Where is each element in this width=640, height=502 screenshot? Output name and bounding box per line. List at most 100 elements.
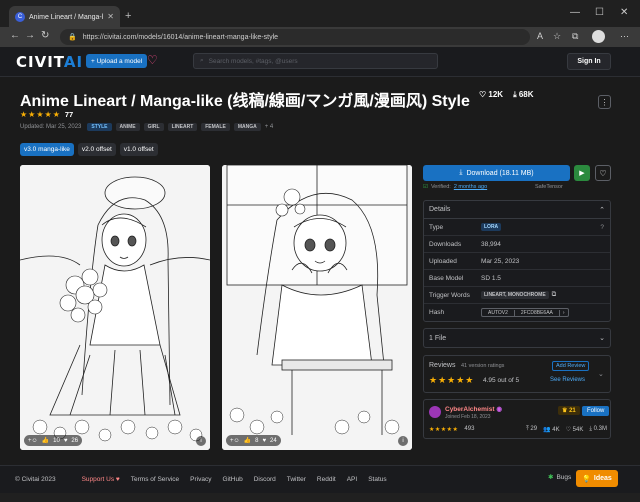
detail-row-downloads: Downloads 38,994 xyxy=(424,236,610,253)
reviews-count: 41 version ratings xyxy=(461,363,505,369)
verified-status: ☑ Verified: 2 months ago xyxy=(423,184,487,190)
thumbs-up-icon: 👍 xyxy=(243,438,252,444)
favorite-button[interactable]: ♡ xyxy=(595,165,611,181)
tag-manga[interactable]: MANGA xyxy=(233,123,261,131)
detail-label: Type xyxy=(429,223,444,231)
collections-icon[interactable]: ⧉ xyxy=(572,31,578,42)
back-icon[interactable]: ← xyxy=(10,30,20,41)
info-icon[interactable]: i xyxy=(196,436,206,446)
civitai-logo[interactable]: CIVITAI xyxy=(16,53,83,71)
run-model-button[interactable]: ▶ xyxy=(574,165,590,181)
creator-card: CyberAlchemist ◉ Joined Feb 18, 2023 ♛ 2… xyxy=(423,399,611,439)
ideas-button[interactable]: 💡 Ideas xyxy=(576,470,618,487)
download-button[interactable]: ⤓ Download (18.11 MB) xyxy=(423,165,570,181)
forward-icon[interactable]: → xyxy=(25,30,35,41)
uploads-value: 29 xyxy=(530,426,538,432)
more-options-button[interactable]: ⋮ xyxy=(598,95,611,109)
lock-icon: 🔒 xyxy=(68,34,77,41)
close-window-icon[interactable]: ✕ xyxy=(620,7,628,18)
download-icon: ⤓ xyxy=(459,169,463,176)
maximize-icon[interactable]: ☐ xyxy=(595,7,604,18)
image-1-reactions[interactable]: +☺ 👍 10 ♥ 26 xyxy=(24,435,83,446)
chevron-down-icon: ⌄ xyxy=(599,335,605,342)
likes-count: 12K xyxy=(488,90,504,99)
site-footer: © Civitai 2023 Support Us ♥ Terms of Ser… xyxy=(0,465,640,493)
tag-style[interactable]: STYLE xyxy=(87,123,112,131)
gallery-image-1[interactable]: +☺ 👍 10 ♥ 26 i xyxy=(20,165,210,450)
search-input[interactable]: ⌕ Search models, #tags, @users xyxy=(193,53,438,69)
tag-anime[interactable]: ANIME xyxy=(115,123,140,131)
tag-lineart[interactable]: LINEART xyxy=(167,123,198,131)
gallery-image-2[interactable]: +☺ 👍 8 ♥ 24 i xyxy=(222,165,412,450)
reaction-count: 8 xyxy=(255,437,259,444)
chevron-right-icon[interactable]: › xyxy=(560,310,568,316)
read-aloud-icon[interactable]: A xyxy=(537,31,543,41)
detail-label: Downloads xyxy=(429,240,462,248)
footer-link-twitter[interactable]: Twitter xyxy=(287,476,306,483)
add-reaction-icon[interactable]: +☺ xyxy=(230,438,240,444)
hash-box[interactable]: AUTOV2 2FCD8BE6AA › xyxy=(481,308,569,317)
profile-avatar[interactable] xyxy=(592,30,605,43)
footer-link-support[interactable]: Support Us ♥ xyxy=(82,476,120,483)
creator-avatar[interactable] xyxy=(429,406,441,418)
reload-icon[interactable]: ↻ xyxy=(41,30,49,41)
detail-value: Mar 25, 2023 xyxy=(481,257,520,265)
favorites-star-icon[interactable]: ☆ xyxy=(553,31,561,42)
see-reviews-link[interactable]: See Reviews xyxy=(550,377,585,383)
upload-model-button[interactable]: + Upload a model xyxy=(86,54,148,68)
version-tab-v1[interactable]: v1.0 offset xyxy=(119,143,158,156)
copyright-text: © Civitai 2023 xyxy=(15,476,56,483)
image-2-reactions[interactable]: +☺ 👍 8 ♥ 24 xyxy=(226,435,281,446)
verified-date-link[interactable]: 2 months ago xyxy=(454,184,487,190)
hash-algo[interactable]: AUTOV2 xyxy=(482,309,515,316)
search-icon: ⌕ xyxy=(200,57,204,64)
url-field[interactable]: 🔒 https://civitai.com/models/16014/anime… xyxy=(60,29,530,45)
version-tab-v3[interactable]: v3.0 manga-like xyxy=(20,143,74,156)
version-tab-v2[interactable]: v2.0 offset xyxy=(77,143,116,156)
add-reaction-icon[interactable]: +☺ xyxy=(28,438,38,444)
bugs-link[interactable]: ✱ Bugs xyxy=(548,473,571,482)
files-header[interactable]: 1 File ⌄ xyxy=(424,329,610,347)
heart-icon: ♡ xyxy=(599,168,607,178)
copy-icon[interactable]: ⧉ xyxy=(552,291,557,299)
heart-icon[interactable]: ♡ xyxy=(147,53,158,67)
footer-link-api[interactable]: API xyxy=(347,476,357,483)
downloads-stat: ⤓ 0.3M xyxy=(589,426,607,432)
sign-in-button[interactable]: Sign In xyxy=(567,53,611,70)
close-tab-icon[interactable]: ✕ xyxy=(107,12,114,21)
details-header[interactable]: Details ⌃ xyxy=(424,201,610,219)
footer-link-reddit[interactable]: Reddit xyxy=(317,476,336,483)
more-menu-icon[interactable]: ⋯ xyxy=(620,31,629,42)
trigger-words-badge[interactable]: LINEART, MONOCHROME xyxy=(481,291,549,299)
add-review-button[interactable]: Add Review xyxy=(552,361,590,371)
detail-label: Trigger Words xyxy=(429,291,470,299)
tag-girl[interactable]: GIRL xyxy=(143,123,164,131)
new-tab-icon[interactable]: + xyxy=(125,10,131,22)
detail-row-type: Type LORA ? xyxy=(424,219,610,236)
reaction-count: 10 xyxy=(53,437,60,444)
model-top-stats: ♡ 12K ⤓ 68K xyxy=(479,90,534,100)
footer-link-privacy[interactable]: Privacy xyxy=(190,476,211,483)
rating-count: 77 xyxy=(64,110,74,119)
footer-link-status[interactable]: Status xyxy=(368,476,386,483)
footer-link-terms[interactable]: Terms of Service xyxy=(131,476,179,483)
civitai-favicon-icon: C xyxy=(15,11,25,22)
window-bottom-edge xyxy=(0,493,640,502)
footer-link-discord[interactable]: Discord xyxy=(254,476,276,483)
likes-stat[interactable]: ♡ 12K xyxy=(479,90,503,100)
chevron-down-icon[interactable]: ⌄ xyxy=(598,370,604,378)
model-rating[interactable]: ★★★★★ 77 xyxy=(20,110,73,119)
tag-female[interactable]: FEMALE xyxy=(201,123,230,131)
minimize-icon[interactable]: — xyxy=(570,7,580,18)
play-icon: ▶ xyxy=(579,170,585,177)
creator-name[interactable]: CyberAlchemist ◉ xyxy=(445,405,502,413)
tags-more[interactable]: + 4 xyxy=(265,124,274,130)
browser-tab[interactable]: C Anime Lineart / Manga-like (线稿 ✕ xyxy=(9,6,120,27)
footer-link-github[interactable]: GitHub xyxy=(222,476,242,483)
help-icon[interactable]: ? xyxy=(600,224,610,231)
downloads-stat: ⤓ 68K xyxy=(513,90,534,99)
follow-button[interactable]: Follow xyxy=(582,406,610,416)
info-icon[interactable]: i xyxy=(398,436,408,446)
files-panel[interactable]: 1 File ⌄ xyxy=(423,328,611,348)
followers-stat: 👥 4K xyxy=(543,427,560,433)
